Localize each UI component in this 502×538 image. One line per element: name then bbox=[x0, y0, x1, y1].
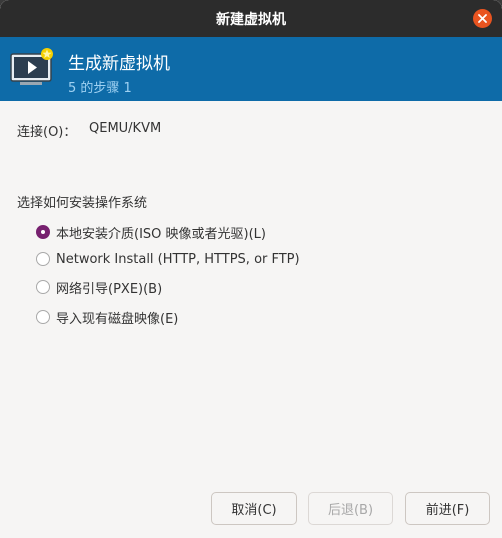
radio-label: 本地安装介质(ISO 映像或者光驱)(L) bbox=[56, 226, 266, 242]
forward-button[interactable]: 前进(F) bbox=[405, 492, 490, 525]
radio-button[interactable] bbox=[36, 280, 50, 294]
install-method-title: 选择如何安装操作系统 bbox=[17, 196, 148, 211]
radio-label: 网络引导(PXE)(B) bbox=[56, 281, 163, 297]
radio-network-install[interactable]: Network Install (HTTP, HTTPS, or FTP) bbox=[36, 249, 300, 269]
window-title: 新建虚拟机 bbox=[216, 12, 286, 28]
new-vm-dialog: 新建虚拟机 生成新虚拟机 5 的步骤 1 连接(O)： QEMU/KVM 选择如… bbox=[0, 0, 502, 538]
wizard-step: 5 的步骤 1 bbox=[68, 81, 132, 96]
cancel-button[interactable]: 取消(C) bbox=[211, 492, 297, 525]
wizard-title: 生成新虚拟机 bbox=[68, 54, 170, 74]
radio-button[interactable] bbox=[36, 252, 50, 266]
connection-value: QEMU/KVM bbox=[89, 121, 162, 136]
wizard-header: 生成新虚拟机 5 的步骤 1 bbox=[0, 37, 502, 101]
titlebar: 新建虚拟机 bbox=[0, 0, 502, 37]
radio-import-disk[interactable]: 导入现有磁盘映像(E) bbox=[36, 307, 178, 327]
close-button[interactable] bbox=[473, 9, 492, 28]
virtual-machine-icon bbox=[10, 48, 53, 85]
back-button[interactable]: 后退(B) bbox=[308, 492, 393, 525]
radio-pxe-boot[interactable]: 网络引导(PXE)(B) bbox=[36, 277, 162, 297]
radio-button-selected[interactable] bbox=[36, 225, 50, 239]
radio-label: 导入现有磁盘映像(E) bbox=[56, 311, 179, 327]
connection-label: 连接(O)： bbox=[17, 125, 77, 140]
close-icon bbox=[478, 14, 487, 23]
radio-button[interactable] bbox=[36, 310, 50, 324]
radio-label: Network Install (HTTP, HTTPS, or FTP) bbox=[56, 251, 300, 267]
radio-local-media[interactable]: 本地安装介质(ISO 映像或者光驱)(L) bbox=[36, 222, 266, 242]
